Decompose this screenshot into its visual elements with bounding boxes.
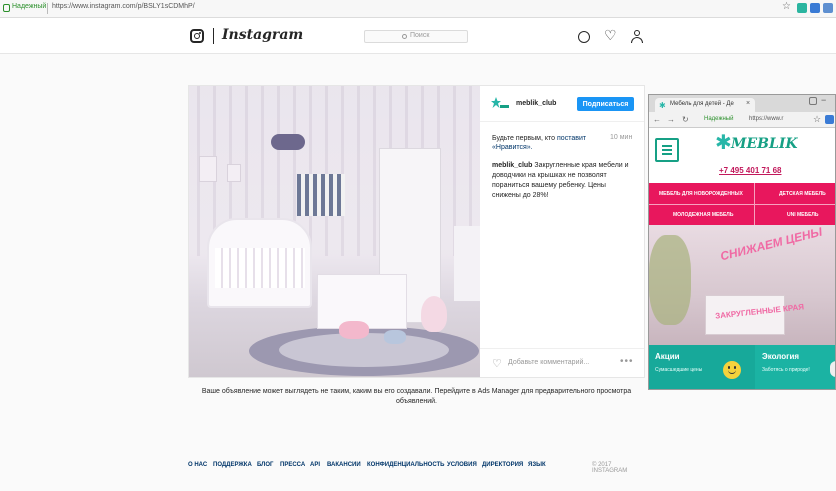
reload-icon[interactable]: ↻ <box>682 115 689 124</box>
profile-icon[interactable] <box>631 30 643 44</box>
close-tab-icon[interactable]: × <box>746 100 750 107</box>
tab-strip: ✱ Мебель для детей - Де × − <box>649 95 835 112</box>
meblik-star-logo: ✱ <box>715 132 732 154</box>
category-menu: МЕБЕЛЬ ДЛЯ НОВОРОЖДЕННЫХ ДЕТСКАЯ МЕБЕЛЬ … <box>649 183 835 225</box>
footer-link-terms[interactable]: УСЛОВИЯ <box>447 462 477 468</box>
meblik-site-header: ✱ MEBLIK +7 495 401 71 68 <box>649 128 835 183</box>
browser-address-bar[interactable]: Надежный https://www.instagram.com/p/BSL… <box>0 0 836 18</box>
smiley-icon <box>723 361 741 379</box>
footer-link-jobs[interactable]: ВАКАНСИИ <box>327 462 361 468</box>
lock-icon <box>3 4 10 12</box>
post-header: meblik_club Подписаться <box>480 86 644 122</box>
meblik-favicon: ✱ <box>659 101 666 110</box>
comment-input[interactable]: Добавьте комментарий... <box>508 359 589 366</box>
instagram-camera-icon[interactable] <box>190 29 204 43</box>
footer-link-blog[interactable]: БЛОГ <box>257 462 273 468</box>
comment-bar: ♡ Добавьте комментарий... ••• <box>480 348 644 377</box>
extension-icon[interactable] <box>797 3 807 13</box>
footer-link-api[interactable]: API <box>310 462 320 468</box>
post-caption: meblik_club Закругленные края мебели и д… <box>492 161 632 201</box>
meblik-logo[interactable]: MEBLIK <box>731 136 798 152</box>
explore-compass-icon[interactable] <box>578 31 590 43</box>
divider <box>213 28 214 44</box>
post-card: meblik_club Подписаться Будьте первым, к… <box>188 85 645 378</box>
ad-preview-notice: Ваше объявление может выглядеть не таким… <box>201 388 632 405</box>
footer: О НАС ПОДДЕРЖКА БЛОГ ПРЕССА API ВАКАНСИИ… <box>188 462 648 474</box>
promo-banner[interactable]: СНИЖАЕМ ЦЕНЫ ЗАКРУГЛЕННЫЕ КРАЯ <box>649 225 835 345</box>
search-input[interactable]: Поиск <box>364 30 468 43</box>
category-uni[interactable]: UNI МЕБЕЛЬ <box>787 212 819 218</box>
search-placeholder: Поиск <box>410 32 430 39</box>
first-like-text: Будьте первым, кто поставит «Нравится». <box>492 134 610 152</box>
phone-link[interactable]: +7 495 401 71 68 <box>719 166 782 175</box>
promo-subtitle: Сумасшедшие цены <box>655 367 703 373</box>
extension-icon[interactable] <box>810 3 820 13</box>
footer-link-directory[interactable]: ДИРЕКТОРИЯ <box>482 462 523 468</box>
overlay-url[interactable]: https://www.r <box>749 116 783 122</box>
footer-link-press[interactable]: ПРЕССА <box>280 462 305 468</box>
eco-subtitle: Заботясь о природе! <box>762 367 810 373</box>
activity-heart-icon[interactable]: ♡ <box>604 27 617 44</box>
category-newborn[interactable]: МЕБЕЛЬ ДЛЯ НОВОРОЖДЕННЫХ <box>659 191 743 197</box>
url-text[interactable]: https://www.instagram.com/p/BSLY1sCDMhP/ <box>52 3 195 10</box>
user-icon[interactable] <box>809 97 817 105</box>
post-photo[interactable] <box>189 86 480 377</box>
banner-headline: СНИЖАЕМ ЦЕНЫ <box>718 225 824 264</box>
browser-tab[interactable]: ✱ Мебель для детей - Де × <box>655 98 755 112</box>
minimize-icon[interactable]: − <box>821 95 826 105</box>
footer-link-privacy[interactable]: КОНФИДЕНЦИАЛЬНОСТЬ <box>367 462 445 468</box>
eco-title[interactable]: Экология <box>762 352 799 361</box>
tab-title: Мебель для детей - Де <box>670 101 734 107</box>
footer-link-about[interactable]: О НАС <box>188 462 207 468</box>
follow-button[interactable]: Подписаться <box>577 97 634 111</box>
star-icon[interactable]: ☆ <box>782 1 791 12</box>
footer-link-support[interactable]: ПОДДЕРЖКА <box>213 462 252 468</box>
star-icon[interactable]: ☆ <box>813 114 821 125</box>
promo-title[interactable]: Акции <box>655 352 680 361</box>
copyright: © 2017 INSTAGRAM <box>592 462 628 474</box>
like-heart-icon[interactable]: ♡ <box>492 357 502 370</box>
category-youth[interactable]: МОЛОДЕЖНАЯ МЕБЕЛЬ <box>673 212 733 218</box>
extension-icon[interactable] <box>825 115 834 124</box>
search-icon <box>402 34 407 39</box>
post-timestamp: 10 мин <box>610 134 633 141</box>
back-icon[interactable]: ← <box>653 115 661 124</box>
overlay-address-bar[interactable]: ← → ↻ Надежный https://www.r ☆ <box>649 112 835 128</box>
post-username[interactable]: meblik_club <box>516 100 556 107</box>
caption-username[interactable]: meblik_club <box>492 162 532 169</box>
scroll-button[interactable] <box>830 361 835 377</box>
secure-label: Надежный <box>704 116 734 122</box>
more-options-icon[interactable]: ••• <box>620 356 634 367</box>
footer-link-language[interactable]: ЯЗЫК <box>528 462 546 468</box>
instagram-wordmark[interactable]: Instagram <box>222 27 303 43</box>
meblik-avatar[interactable] <box>491 97 509 111</box>
post-sidebar: meblik_club Подписаться Будьте первым, к… <box>480 86 644 377</box>
meblik-browser-window: ✱ Мебель для детей - Де × − ← → ↻ Надежн… <box>648 94 836 390</box>
promo-tiles: Акции Сумасшедшие цены Экология Заботясь… <box>649 345 835 389</box>
category-kids[interactable]: ДЕТСКАЯ МЕБЕЛЬ <box>779 191 826 197</box>
extension-icon[interactable] <box>823 3 833 13</box>
secure-label: Надежный <box>12 3 47 10</box>
divider <box>47 3 48 14</box>
first-like-prefix: Будьте первым, кто <box>492 135 556 142</box>
hamburger-menu-icon[interactable] <box>655 138 679 162</box>
forward-icon[interactable]: → <box>667 115 675 124</box>
instagram-header: Instagram Поиск ♡ <box>0 18 836 54</box>
